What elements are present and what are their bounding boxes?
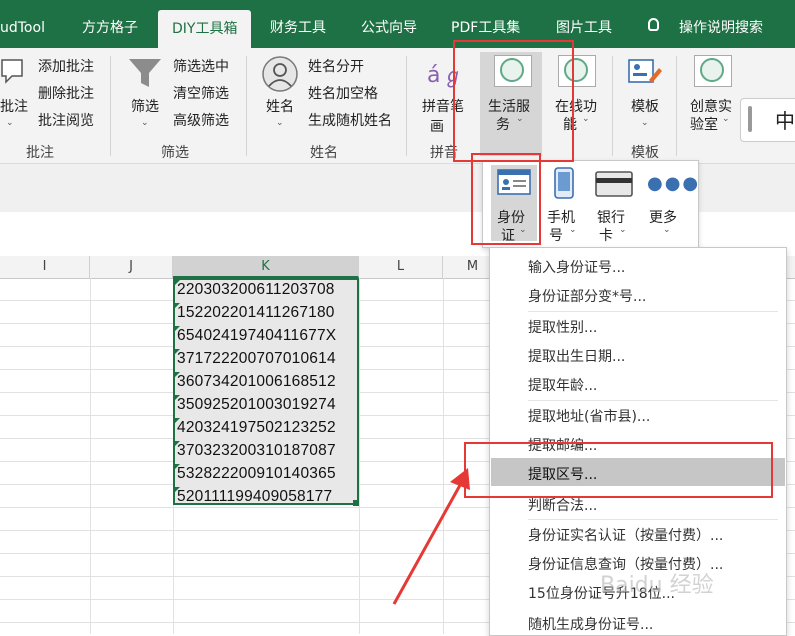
id-cell[interactable]: 520111199409058177 [177, 488, 332, 506]
menu-divider [528, 311, 778, 312]
chevron-down-icon: ⌄ [722, 114, 730, 124]
chevron-down-icon: ⌄ [6, 118, 14, 128]
creative-lab-icon [700, 58, 724, 82]
column-header-k[interactable]: K [173, 256, 359, 278]
ribbon-tab-bar: udTool 方方格子 DIY工具箱 财务工具 公式向导 PDF工具集 图片工具… [0, 0, 795, 48]
annotation-box-area-code [464, 442, 773, 498]
grid-line [90, 278, 91, 634]
ime-language-label: 中 [775, 109, 795, 133]
tab-diy-toolbox[interactable]: DIY工具箱 [158, 10, 252, 48]
id-cell[interactable]: 532822200910140365 [177, 465, 336, 483]
add-comment-button[interactable]: 添加批注 [38, 56, 94, 76]
name-add-space-button[interactable]: 姓名加空格 [308, 83, 378, 103]
group-label-comment: 批注 [26, 145, 54, 161]
random-name-button[interactable]: 生成随机姓名 [308, 110, 392, 130]
chevron-down-icon: ⌄ [663, 225, 671, 235]
menu-item-extract-gender[interactable]: 提取性别... [528, 317, 597, 337]
group-label-name: 姓名 [310, 145, 338, 161]
creative-lab-label-line2: 验室 [690, 117, 718, 133]
column-header-j[interactable]: J [90, 256, 173, 278]
more-dots-icon: ●●● [647, 173, 701, 194]
tab-formula-wizard[interactable]: 公式向导 [361, 12, 417, 48]
menu-item-mask-id[interactable]: 身份证部分变*号... [528, 286, 646, 306]
chevron-down-icon: ⌄ [619, 225, 627, 235]
chevron-down-icon: ⌄ [582, 114, 590, 124]
menu-item-realname-verify[interactable]: 身份证实名认证（按量付费）... [528, 525, 723, 545]
id-cell[interactable]: 350925201003019274 [177, 396, 336, 414]
annotation-box-life-service [453, 40, 574, 162]
id-cell[interactable]: 65402419740411677X [177, 327, 336, 345]
group-divider [110, 56, 111, 156]
annotation-box-id-card [471, 153, 541, 245]
person-icon [262, 56, 298, 92]
group-divider [406, 56, 407, 156]
clear-filter-button[interactable]: 清空筛选 [173, 83, 229, 103]
column-header-l[interactable]: L [359, 256, 443, 278]
id-cell[interactable]: 420324197502123252 [177, 419, 336, 437]
mobile-phone-icon [554, 167, 574, 199]
tab-cloudtool[interactable]: udTool [0, 12, 45, 48]
chevron-down-icon: ⌄ [141, 118, 149, 128]
id-cell[interactable]: 360734201006168512 [177, 373, 336, 391]
svg-text:á: á [427, 63, 440, 88]
ime-handle-icon [748, 106, 752, 132]
fill-handle[interactable] [353, 500, 359, 506]
bank-card-button[interactable]: 银行 [597, 207, 625, 227]
grid-line [359, 278, 360, 634]
bank-card-label-line2: 卡 [599, 228, 613, 244]
filter-button[interactable]: 筛选 [131, 96, 159, 116]
lightbulb-icon [648, 18, 659, 31]
id-cell[interactable]: 220303200611203708 [177, 281, 335, 299]
template-button[interactable]: 模板 [631, 96, 659, 116]
id-cell[interactable]: 152202201411267180 [177, 304, 335, 322]
pinyin-stroke-label-line2: 画 [430, 119, 444, 135]
menu-item-input-id[interactable]: 输入身份证号... [528, 257, 625, 277]
advanced-filter-button[interactable]: 高级筛选 [173, 110, 229, 130]
group-label-filter: 筛选 [161, 145, 189, 161]
template-icon [628, 59, 662, 83]
menu-divider [528, 519, 778, 520]
group-divider [612, 56, 613, 156]
menu-item-random-id[interactable]: 随机生成身份证号... [528, 614, 653, 634]
bank-card-icon [595, 171, 633, 197]
filter-selected-button[interactable]: 筛选选中 [173, 56, 229, 76]
tell-me-search[interactable]: 操作说明搜索 [679, 12, 763, 48]
menu-item-extract-address[interactable]: 提取地址(省市县)... [528, 406, 650, 426]
group-label-template: 模板 [631, 145, 659, 161]
tab-fangfang[interactable]: 方方格子 [82, 12, 138, 48]
menu-item-extract-age[interactable]: 提取年龄... [528, 375, 597, 395]
menu-item-validate[interactable]: 判断合法... [528, 495, 597, 515]
menu-divider [528, 400, 778, 401]
column-header-i[interactable]: I [0, 256, 90, 278]
id-cell[interactable]: 371722200707010614 [177, 350, 336, 368]
chevron-down-icon: ⌄ [276, 118, 284, 128]
chevron-down-icon: ⌄ [641, 118, 649, 128]
more-button[interactable]: 更多 [649, 207, 677, 227]
split-name-button[interactable]: 姓名分开 [308, 56, 364, 76]
menu-item-extract-birthdate[interactable]: 提取出生日期... [528, 346, 625, 366]
id-cell[interactable]: 370323200310187087 [177, 442, 336, 460]
funnel-icon [129, 59, 161, 87]
view-comment-button[interactable]: 批注阅览 [38, 110, 94, 130]
phone-number-label-line2: 号 [549, 228, 563, 244]
comment-button[interactable]: 批注 [0, 96, 28, 116]
phone-number-button[interactable]: 手机 [547, 207, 575, 227]
delete-comment-button[interactable]: 删除批注 [38, 83, 94, 103]
annotation-arrow-icon [392, 468, 470, 605]
chevron-down-icon: ⌄ [569, 225, 577, 235]
tab-finance[interactable]: 财务工具 [270, 12, 326, 48]
name-button[interactable]: 姓名 [266, 96, 294, 116]
group-divider [246, 56, 247, 156]
creative-lab-button[interactable]: 创意实 [690, 96, 732, 116]
baidu-watermark: Baidu 经验 [600, 573, 714, 598]
group-divider [676, 56, 677, 156]
comment-icon [1, 59, 23, 84]
